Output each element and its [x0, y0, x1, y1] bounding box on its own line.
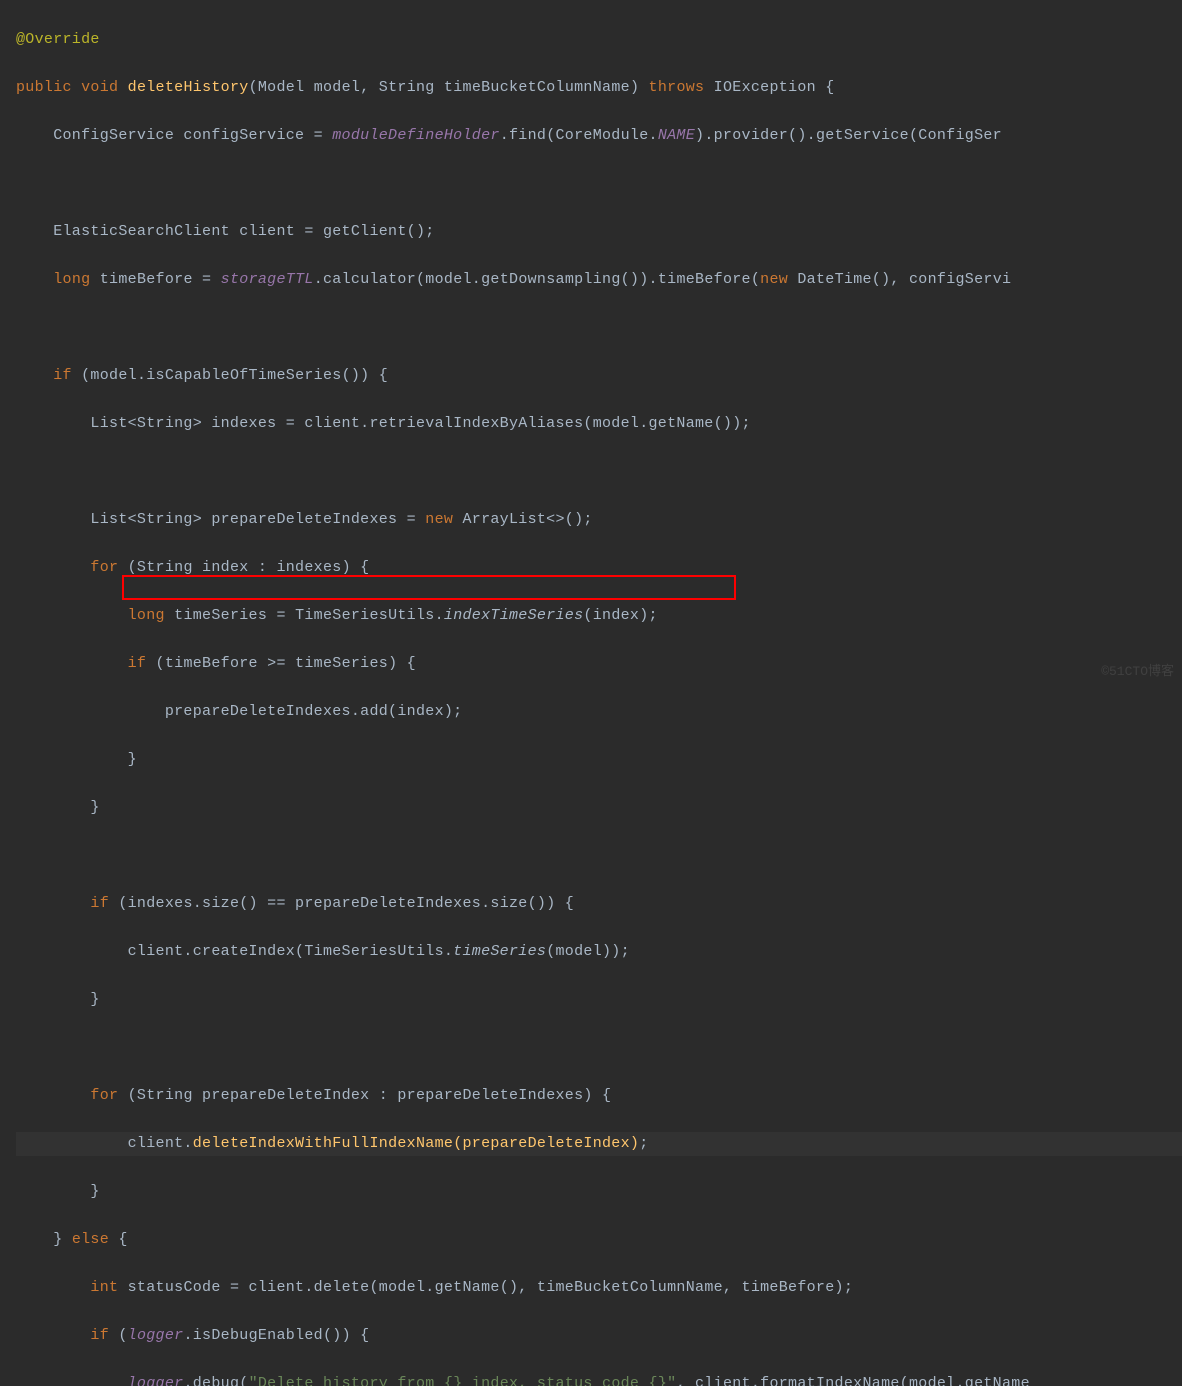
code-line: prepareDeleteIndexes.add(index); [16, 700, 1182, 724]
code-line: int statusCode = client.delete(model.get… [16, 1276, 1182, 1300]
code-line: } else { [16, 1228, 1182, 1252]
code-line: } [16, 988, 1182, 1012]
code-line: } [16, 748, 1182, 772]
code-line: } [16, 796, 1182, 820]
code-line [16, 844, 1182, 868]
watermark: ©51CTO博客 [1101, 662, 1174, 683]
code-line [16, 1036, 1182, 1060]
code-line: @Override [16, 28, 1182, 52]
code-line: List<String> prepareDeleteIndexes = new … [16, 508, 1182, 532]
code-line: client.createIndex(TimeSeriesUtils.timeS… [16, 940, 1182, 964]
code-line: ElasticSearchClient client = getClient()… [16, 220, 1182, 244]
code-line [16, 460, 1182, 484]
code-line: List<String> indexes = client.retrievalI… [16, 412, 1182, 436]
code-line: if (model.isCapableOfTimeSeries()) { [16, 364, 1182, 388]
highlighted-method: deleteIndexWithFullIndexName [193, 1135, 453, 1152]
annotation: @Override [16, 31, 100, 48]
code-line: if (logger.isDebugEnabled()) { [16, 1324, 1182, 1348]
code-line [16, 316, 1182, 340]
code-line: long timeSeries = TimeSeriesUtils.indexT… [16, 604, 1182, 628]
code-line: if (timeBefore >= timeSeries) { [16, 652, 1182, 676]
code-editor[interactable]: @Override public void deleteHistory(Mode… [0, 0, 1182, 1386]
code-line: if (indexes.size() == prepareDeleteIndex… [16, 892, 1182, 916]
code-line [16, 172, 1182, 196]
code-line: ConfigService configService = moduleDefi… [16, 124, 1182, 148]
code-line: public void deleteHistory(Model model, S… [16, 76, 1182, 100]
code-line: long timeBefore = storageTTL.calculator(… [16, 268, 1182, 292]
method-name: deleteHistory [128, 79, 249, 96]
code-line: logger.debug("Delete history from {} ind… [16, 1372, 1182, 1386]
code-line: } [16, 1180, 1182, 1204]
code-line: for (String index : indexes) { [16, 556, 1182, 580]
code-line: for (String prepareDeleteIndex : prepare… [16, 1084, 1182, 1108]
highlighted-line: client.deleteIndexWithFullIndexName(prep… [16, 1132, 1182, 1156]
